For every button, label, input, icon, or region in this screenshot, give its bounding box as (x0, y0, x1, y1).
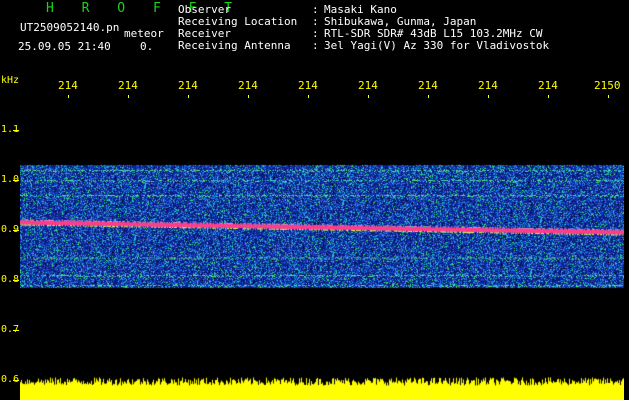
x-tick-label: 214 (178, 79, 198, 92)
x-tick-label: 214 (538, 79, 558, 92)
x-tick-label: 2150 (594, 79, 621, 92)
x-tick-label: 214 (118, 79, 138, 92)
x-tick-label: 214 (298, 79, 318, 92)
file-name: UT2509052140.pn (20, 21, 120, 34)
y-tick (13, 330, 19, 331)
y-tick (13, 180, 19, 181)
hrofft-screen: H R O F F T UT2509052140.pn meteor 25.09… (0, 0, 629, 400)
info-value: 3el Yagi(V) Az 330 for Vladivostok (324, 39, 550, 52)
info-colon: : (312, 39, 319, 52)
meteor-count: 0. (140, 40, 154, 53)
x-tick-label: 214 (358, 79, 378, 92)
event-type: meteor (124, 27, 164, 40)
x-tick-label: 214 (478, 79, 498, 92)
y-tick (13, 380, 19, 381)
observation-datetime: 25.09.05 21:40 (18, 40, 111, 53)
y-tick (13, 230, 19, 231)
info-label: Receiving Antenna (178, 39, 291, 52)
info-row-antenna: Receiving Antenna:3el Yagi(V) Az 330 for… (178, 40, 549, 52)
station-info: Observer: Masaki Kano Receiving Location:… (178, 4, 549, 52)
y-tick (13, 130, 19, 131)
y-axis-unit: kHz (1, 75, 20, 86)
x-tick-label: 214 (418, 79, 438, 92)
x-tick-label: 214 (238, 79, 258, 92)
x-tick-label: 214 (58, 79, 78, 92)
y-tick (13, 280, 19, 281)
spectrogram-plot (20, 98, 624, 400)
